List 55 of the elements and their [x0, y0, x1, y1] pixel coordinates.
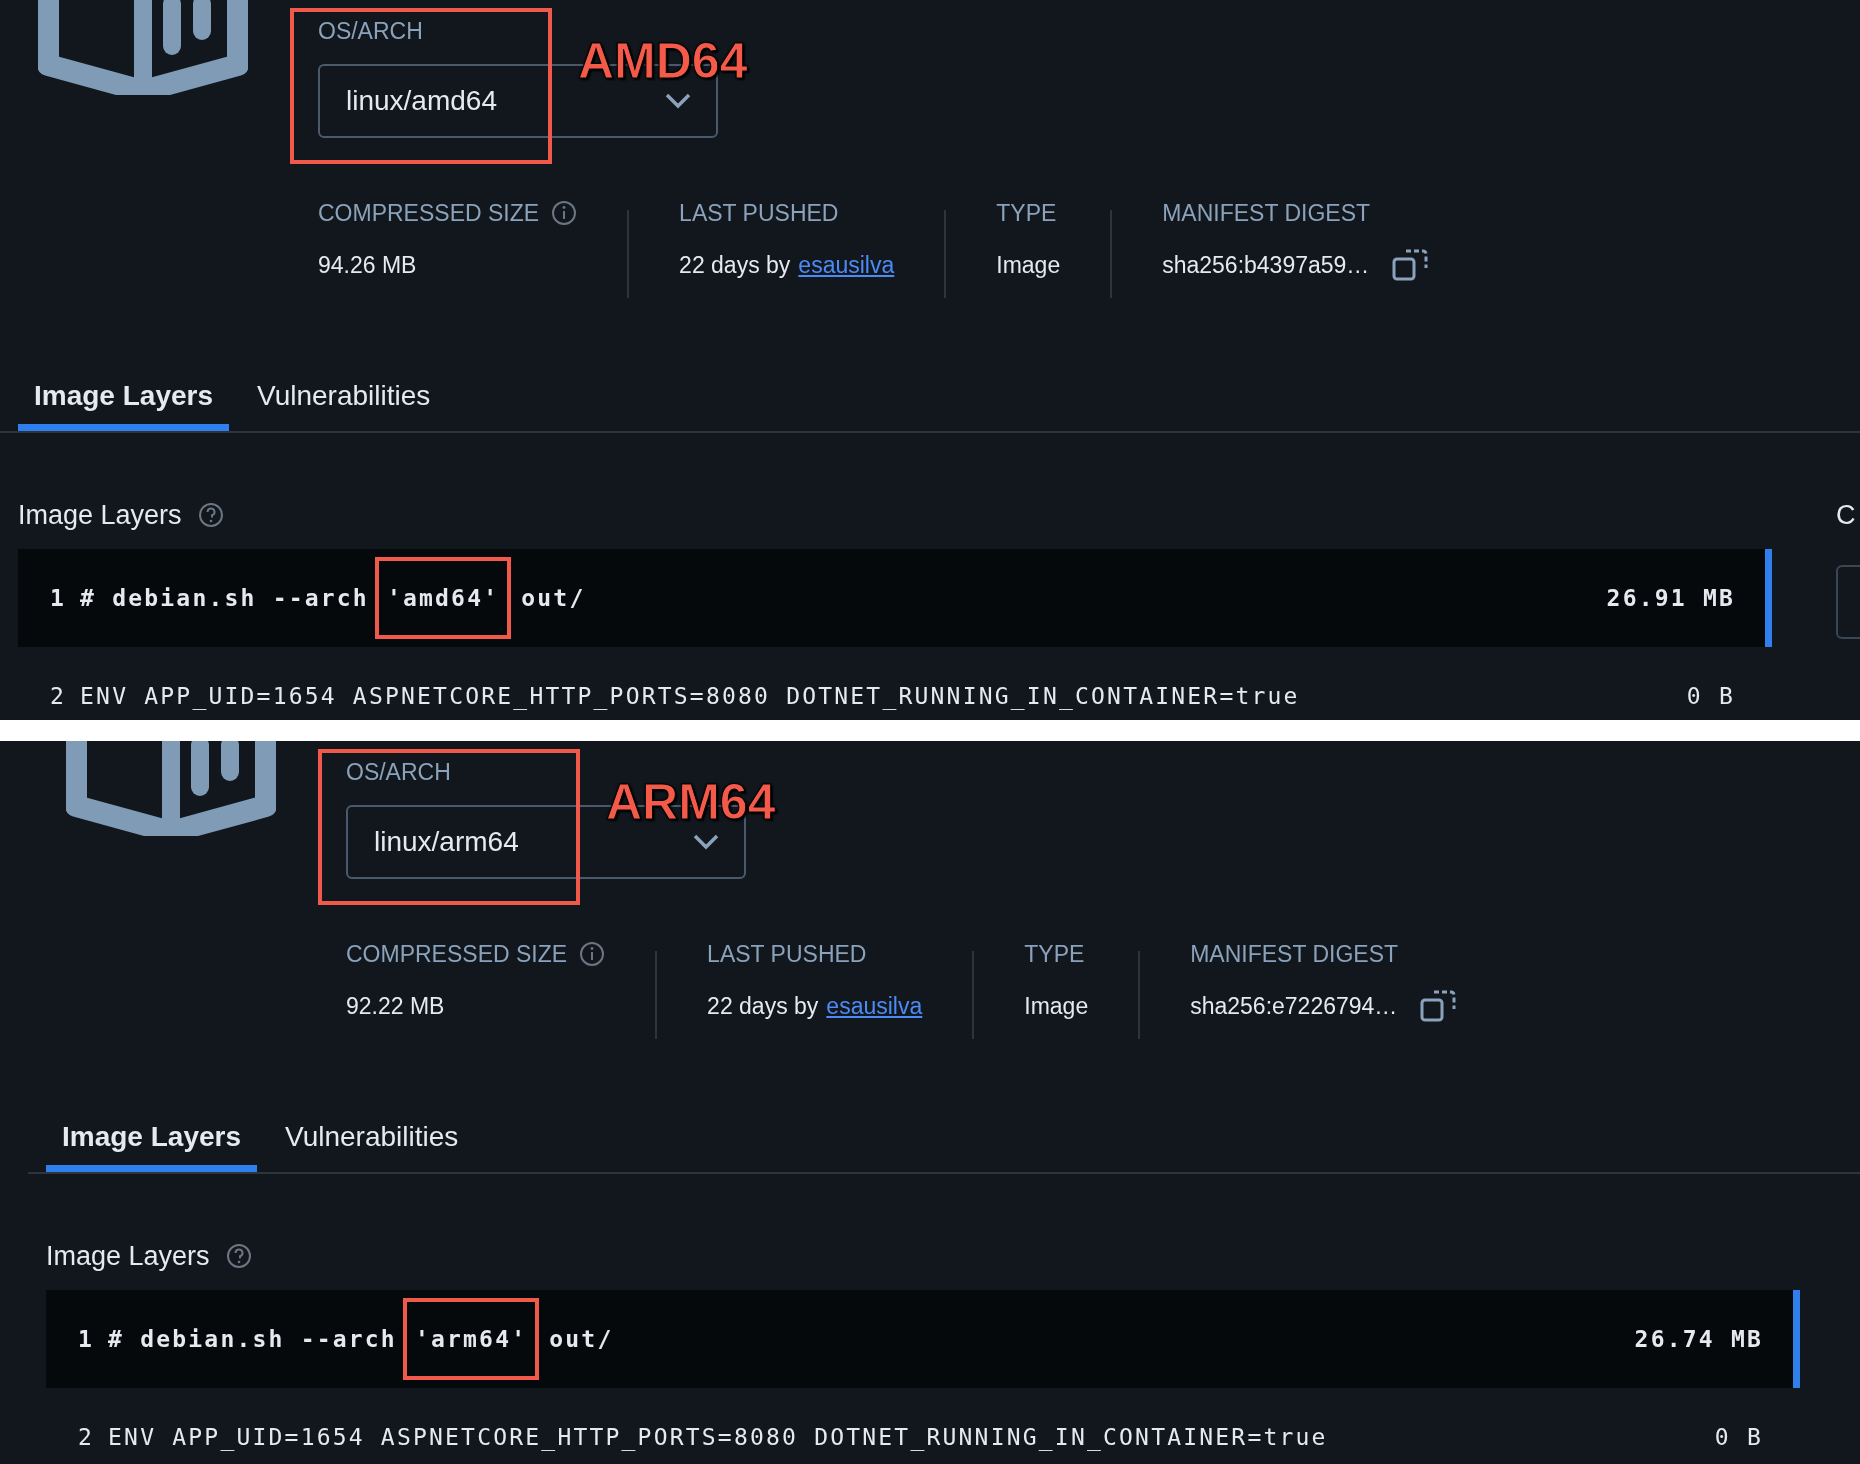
- layer-size: 0 B: [1686, 683, 1735, 709]
- user-link[interactable]: esausilva: [826, 992, 923, 1020]
- stat-label: LAST PUSHED: [679, 199, 839, 227]
- layer-row[interactable]: 1 # debian.sh --arch 'amd64' out/ 26.91 MB: [18, 549, 1772, 647]
- stat-label: TYPE: [996, 199, 1057, 227]
- layer-number: 1: [50, 585, 67, 611]
- stat-value: 92.22 MB: [346, 992, 445, 1020]
- layer-number: 1: [78, 1326, 95, 1352]
- layer-command: # debian.sh --arch: [108, 1326, 397, 1352]
- chevron-down-icon: [692, 833, 720, 851]
- stat-label: MANIFEST DIGEST: [1190, 940, 1399, 968]
- os-arch-label: OS/ARCH: [346, 759, 452, 787]
- stat-label: COMPRESSED SIZE: [346, 940, 568, 968]
- layer-command: ENV APP_UID=1654 ASPNETCORE_HTTP_PORTS=8080 DOTNET_RUNNING_IN_CONTAINER=true: [80, 683, 1300, 709]
- side-heading: C: [1836, 499, 1857, 532]
- help-icon: [225, 1243, 252, 1269]
- layer-command: ENV APP_UID=1654 ASPNETCORE_HTTP_PORTS=8080 DOTNET_RUNNING_IN_CONTAINER=true: [108, 1424, 1328, 1450]
- section-title: Image Layers: [46, 1240, 210, 1272]
- stat-value: 22 days by: [707, 992, 819, 1020]
- user-link[interactable]: esausilva: [798, 251, 895, 279]
- stat-value: Image: [1024, 992, 1089, 1020]
- stat-label: MANIFEST DIGEST: [1162, 199, 1371, 227]
- layer-row[interactable]: 2 ENV APP_UID=1654 ASPNETCORE_HTTP_PORTS=8080 DOTNET_RUNNING_IN_CONTAINER=true 0 B: [18, 647, 1772, 720]
- stat-value: 22 days by: [679, 251, 791, 279]
- layer-command: out/: [549, 1326, 614, 1352]
- digest-value: sha256:e7226794…: [1190, 992, 1398, 1020]
- tab[interactable]: Image Layers: [18, 368, 229, 431]
- chevron-down-icon: [664, 92, 692, 110]
- highlighted-arch-text: 'amd64': [374, 557, 512, 639]
- os-arch-label: OS/ARCH: [318, 18, 424, 46]
- info-icon: [551, 200, 578, 226]
- stat-label: LAST PUSHED: [707, 940, 867, 968]
- tab[interactable]: Image Layers: [46, 1109, 257, 1172]
- layer-row[interactable]: 1 # debian.sh --arch 'arm64' out/ 26.74 MB: [46, 1290, 1800, 1388]
- tab[interactable]: Vulnerabilities: [241, 368, 447, 431]
- digest-value: sha256:b4397a59…: [1162, 251, 1370, 279]
- tab[interactable]: Vulnerabilities: [269, 1109, 475, 1172]
- help-icon: [197, 502, 224, 528]
- layer-size: 26.91 MB: [1606, 585, 1735, 611]
- section-title: Image Layers: [18, 499, 182, 531]
- layer-number: 2: [50, 683, 67, 709]
- stat-label: TYPE: [1024, 940, 1085, 968]
- stat-value: Image: [996, 251, 1061, 279]
- layer-number: 2: [78, 1424, 95, 1450]
- layer-row[interactable]: 2 ENV APP_UID=1654 ASPNETCORE_HTTP_PORTS=8080 DOTNET_RUNNING_IN_CONTAINER=true 0 B: [46, 1388, 1800, 1464]
- layer-command: # debian.sh --arch: [80, 585, 369, 611]
- cube-logo-icon: [66, 741, 276, 836]
- layer-size: 0 B: [1714, 1424, 1763, 1450]
- stat-value: 94.26 MB: [318, 251, 417, 279]
- cube-logo-icon: [38, 0, 248, 95]
- info-icon: [579, 941, 606, 967]
- layer-command: out/: [521, 585, 586, 611]
- layer-size: 26.74 MB: [1634, 1326, 1763, 1352]
- stat-label: COMPRESSED SIZE: [318, 199, 540, 227]
- highlighted-arch-text: 'arm64': [402, 1298, 540, 1380]
